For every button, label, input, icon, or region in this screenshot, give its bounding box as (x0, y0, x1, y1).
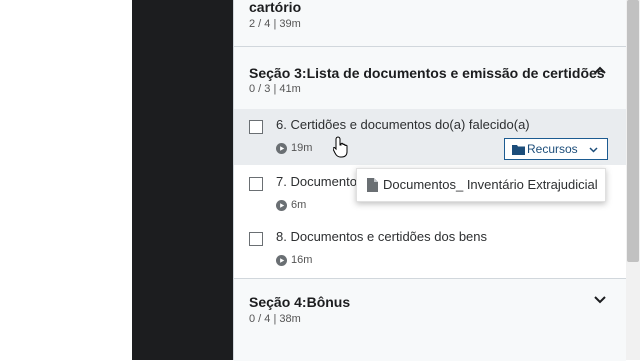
chevron-down-icon (589, 147, 598, 153)
section-title: cartório (249, 0, 302, 15)
lecture-title: 6. Certidões e documentos do(a) falecido… (276, 117, 530, 132)
section-progress: 0 / 3 | 41m (249, 83, 301, 95)
section-progress: 2 / 4 | 39m (249, 18, 301, 30)
section-header-3[interactable]: Seção 3:Lista de documentos e emissão de… (234, 47, 626, 109)
lecture-duration: 19m (291, 142, 313, 154)
lecture-item[interactable]: 8. Documentos e certidões dos bens 16m (234, 221, 626, 277)
section-progress: 0 / 4 | 38m (249, 313, 301, 325)
video-player-background (132, 0, 233, 360)
section-header-previous[interactable]: cartório 2 / 4 | 39m (234, 0, 626, 47)
chevron-down-icon[interactable] (593, 293, 607, 307)
lecture-item[interactable]: 6. Certidões e documentos do(a) falecido… (234, 109, 626, 165)
scrollbar-thumb[interactable] (627, 0, 639, 262)
lecture-title: 7. Documento (276, 174, 357, 189)
hand-cursor-icon (333, 136, 348, 158)
resources-dropdown: Documentos_ Inventário Extrajudicial (356, 168, 606, 202)
section-title: Seção 4:Bônus (249, 294, 351, 310)
lecture-title: 8. Documentos e certidões dos bens (276, 229, 488, 244)
lecture-duration: 16m (291, 254, 313, 266)
resources-button[interactable]: Recursos (504, 138, 608, 160)
play-circle-icon (276, 200, 287, 211)
play-circle-icon (276, 143, 287, 154)
chevron-up-icon[interactable] (593, 63, 607, 77)
resource-file-link[interactable]: Documentos_ Inventário Extrajudicial (383, 177, 598, 192)
section-title: Seção 3:Lista de documentos e emissão de… (249, 65, 605, 81)
section-header-4[interactable]: Seção 4:Bônus 0 / 4 | 38m (234, 278, 626, 361)
lecture-complete-checkbox[interactable] (249, 120, 263, 134)
lecture-complete-checkbox[interactable] (249, 177, 263, 191)
folder-icon (512, 145, 525, 155)
play-circle-icon (276, 255, 287, 266)
resources-button-label: Recursos (527, 142, 578, 156)
file-icon (367, 178, 378, 192)
video-area-margin (0, 0, 132, 360)
lecture-duration: 6m (291, 199, 307, 211)
lecture-complete-checkbox[interactable] (249, 232, 263, 246)
